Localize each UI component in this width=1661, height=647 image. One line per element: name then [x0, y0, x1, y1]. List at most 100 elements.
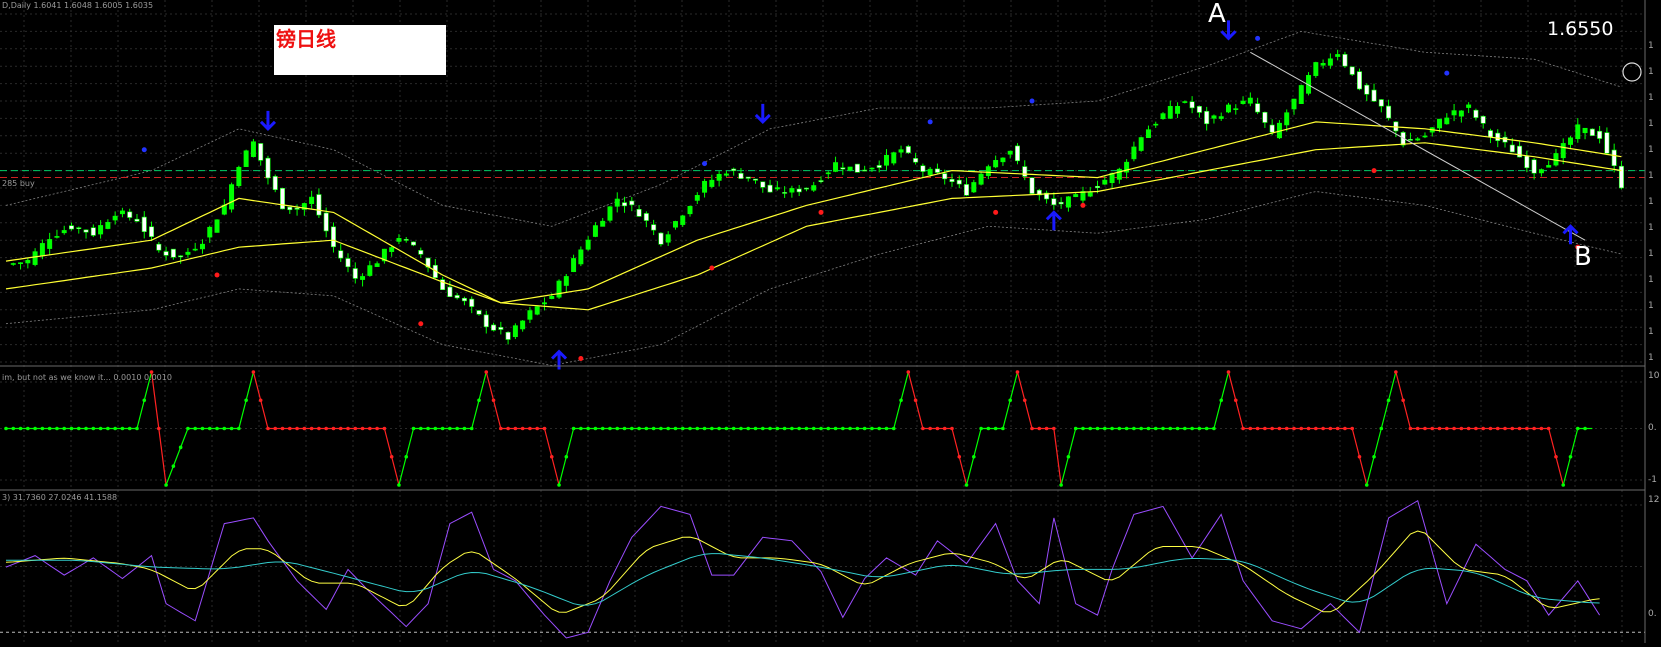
candle-body[interactable]	[985, 166, 991, 176]
candle-body[interactable]	[47, 239, 53, 249]
candle-body[interactable]	[1473, 109, 1479, 118]
candle-body[interactable]	[789, 188, 795, 193]
candle-body[interactable]	[745, 176, 751, 179]
candle-body[interactable]	[934, 168, 940, 173]
candle-body[interactable]	[1182, 101, 1188, 103]
candle-body[interactable]	[774, 187, 780, 190]
candle-body[interactable]	[469, 298, 475, 307]
candle-body[interactable]	[840, 167, 846, 170]
candle-body[interactable]	[396, 238, 402, 242]
candle-body[interactable]	[884, 154, 889, 166]
candle-body[interactable]	[403, 239, 409, 241]
indicator1-panel[interactable]	[4, 370, 1593, 487]
candle-body[interactable]	[287, 206, 293, 211]
candle-body[interactable]	[1582, 127, 1588, 134]
candle-body[interactable]	[1356, 71, 1362, 90]
candle-body[interactable]	[578, 249, 584, 265]
candle-body[interactable]	[454, 295, 460, 299]
candle-body[interactable]	[476, 310, 482, 315]
candle-body[interactable]	[243, 150, 249, 167]
candle-body[interactable]	[250, 141, 256, 157]
candle-body[interactable]	[1102, 179, 1108, 185]
candle-body[interactable]	[83, 229, 89, 233]
candle-body[interactable]	[498, 327, 504, 330]
candle-body[interactable]	[1342, 54, 1348, 67]
candle-body[interactable]	[258, 143, 264, 161]
candle-body[interactable]	[694, 195, 700, 201]
candle-body[interactable]	[54, 236, 60, 238]
candle-body[interactable]	[32, 251, 38, 265]
candle-body[interactable]	[185, 251, 191, 255]
candle-body[interactable]	[1604, 132, 1610, 154]
candle-body[interactable]	[716, 173, 722, 181]
candle-body[interactable]	[796, 188, 802, 193]
candle-body[interactable]	[811, 185, 817, 191]
candle-body[interactable]	[927, 168, 933, 176]
candle-body[interactable]	[360, 276, 366, 280]
candle-body[interactable]	[214, 219, 220, 233]
candle-body[interactable]	[949, 178, 955, 182]
candle-body[interactable]	[178, 255, 184, 258]
candle-body[interactable]	[1167, 106, 1173, 119]
candle-body[interactable]	[1364, 84, 1370, 95]
candle-body[interactable]	[374, 263, 380, 267]
candle-body[interactable]	[1415, 138, 1421, 141]
candle-body[interactable]	[207, 226, 213, 238]
candle-body[interactable]	[1087, 192, 1093, 197]
candle-body[interactable]	[491, 324, 497, 331]
candle-body[interactable]	[891, 152, 897, 164]
candle-body[interactable]	[571, 258, 577, 273]
target-circle-icon[interactable]	[1622, 62, 1642, 82]
candle-body[interactable]	[658, 232, 664, 245]
candle-body[interactable]	[1029, 177, 1035, 194]
candle-body[interactable]	[367, 265, 373, 276]
candle-body[interactable]	[1437, 118, 1443, 129]
candle-body[interactable]	[1247, 97, 1253, 104]
candle-body[interactable]	[731, 168, 737, 171]
trendline[interactable]	[1250, 51, 1586, 241]
candle-body[interactable]	[411, 241, 416, 246]
chart-canvas[interactable]: D,Daily 1.6041 1.6048 1.6005 1.6035 285 …	[0, 0, 1661, 643]
candle-body[interactable]	[1138, 137, 1144, 151]
candle-body[interactable]	[61, 230, 67, 234]
candle-body[interactable]	[1189, 101, 1195, 109]
candle-body[interactable]	[1495, 132, 1501, 141]
candle-body[interactable]	[1000, 157, 1006, 163]
candle-body[interactable]	[1153, 123, 1159, 126]
candle-body[interactable]	[345, 258, 351, 268]
candle-body[interactable]	[323, 212, 329, 232]
candle-body[interactable]	[520, 320, 526, 330]
candle-body[interactable]	[134, 218, 140, 222]
candle-body[interactable]	[862, 169, 868, 172]
candle-body[interactable]	[1298, 85, 1304, 104]
candle-body[interactable]	[672, 221, 678, 228]
candle-body[interactable]	[1451, 110, 1457, 116]
candle-body[interactable]	[316, 194, 322, 216]
candle-body[interactable]	[614, 198, 620, 207]
candle-body[interactable]	[1262, 111, 1268, 123]
candle-body[interactable]	[803, 187, 809, 190]
candle-body[interactable]	[1175, 106, 1181, 114]
candle-body[interactable]	[898, 149, 904, 153]
candle-body[interactable]	[1480, 116, 1486, 124]
candle-body[interactable]	[236, 166, 242, 187]
candle-body[interactable]	[1022, 166, 1028, 177]
candle-body[interactable]	[1371, 89, 1377, 102]
candle-body[interactable]	[1553, 153, 1559, 166]
candle-body[interactable]	[418, 250, 424, 255]
candle-body[interactable]	[39, 243, 45, 257]
candle-body[interactable]	[170, 248, 176, 258]
candle-body[interactable]	[622, 202, 628, 207]
candle-body[interactable]	[149, 226, 155, 237]
candle-body[interactable]	[1116, 168, 1122, 180]
candle-body[interactable]	[389, 247, 395, 252]
candle-body[interactable]	[505, 331, 511, 340]
candle-body[interactable]	[1291, 98, 1297, 110]
candle-body[interactable]	[651, 224, 657, 231]
candle-body[interactable]	[753, 178, 758, 181]
candle-body[interactable]	[607, 206, 613, 221]
candle-body[interactable]	[90, 227, 96, 236]
candle-body[interactable]	[112, 215, 118, 221]
candle-body[interactable]	[280, 187, 286, 210]
candle-body[interactable]	[1014, 145, 1020, 162]
